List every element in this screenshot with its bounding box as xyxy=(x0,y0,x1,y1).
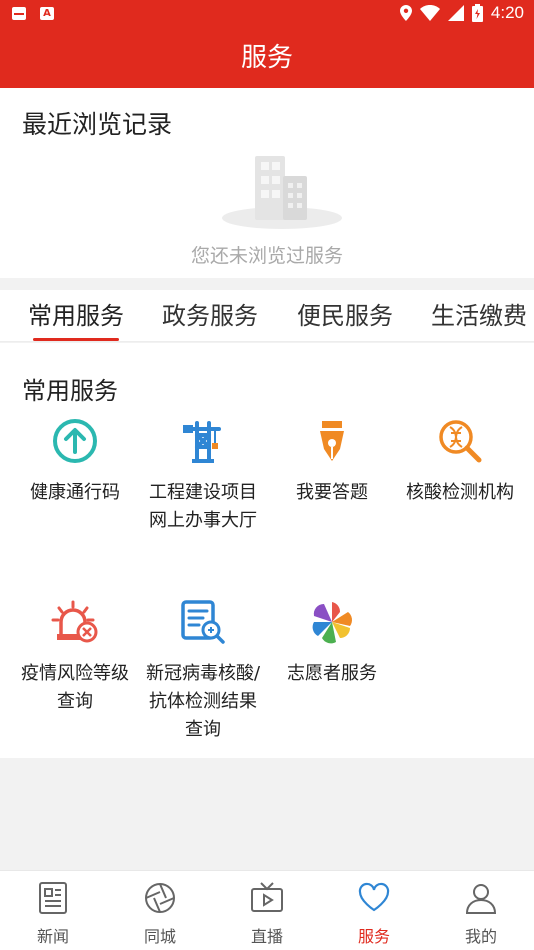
bottom-navigation: 新闻 同城 直播 服务 我的 xyxy=(0,870,534,950)
service-label: 工程建设项目网上办事大厅 xyxy=(149,482,257,531)
pen-nib-icon xyxy=(308,417,356,465)
tab-common-services[interactable]: 常用服务 xyxy=(28,296,124,331)
nav-label: 新闻 xyxy=(36,927,69,946)
service-risk-level-query[interactable]: 疫情风险等级查询 xyxy=(15,598,135,716)
heart-icon xyxy=(357,881,391,915)
nav-live[interactable]: 直播 xyxy=(227,881,307,947)
aperture-icon xyxy=(143,881,177,915)
document-search-icon xyxy=(179,598,227,646)
nav-local[interactable]: 同城 xyxy=(120,881,200,947)
service-label: 我要答题 xyxy=(296,482,368,503)
recent-heading: 最近浏览记录 xyxy=(22,110,173,139)
wifi-icon xyxy=(419,5,440,21)
dna-magnifier-icon xyxy=(436,417,484,465)
service-health-pass[interactable]: 健康通行码 xyxy=(15,417,135,507)
service-label: 新冠病毒核酸/抗体检测结果查询 xyxy=(145,663,261,740)
service-answer-quiz[interactable]: 我要答题 xyxy=(272,417,392,507)
nav-label: 服务 xyxy=(357,927,390,946)
location-icon xyxy=(399,5,412,21)
alarm-light-icon xyxy=(51,598,99,646)
service-test-result-query[interactable]: 新冠病毒核酸/抗体检测结果查询 xyxy=(143,598,263,744)
signal-icon xyxy=(447,5,464,21)
clock: 4:20 xyxy=(490,3,524,22)
service-label: 疫情风险等级查询 xyxy=(21,663,129,712)
nav-services[interactable]: 服务 xyxy=(334,881,414,947)
service-label: 志愿者服务 xyxy=(287,663,377,684)
pinwheel-logo-icon xyxy=(308,598,356,646)
empty-state-text: 您还未浏览过服务 xyxy=(190,245,343,267)
services-section: 常用服务 健康通行码 工程建设项目网上办事大厅 我要答题 核酸检测机构 疫情风险… xyxy=(0,343,534,758)
service-construction-hall[interactable]: 工程建设项目网上办事大厅 xyxy=(143,417,263,535)
active-tab-indicator xyxy=(33,338,119,341)
recent-section: 最近浏览记录 您还未浏览过服务 xyxy=(0,88,534,278)
nav-label: 我的 xyxy=(464,927,497,946)
service-label: 健康通行码 xyxy=(30,482,120,503)
app-notification-icon: A xyxy=(40,7,54,20)
empty-buildings-icon xyxy=(219,150,345,234)
service-volunteer[interactable]: 志愿者服务 xyxy=(272,598,392,688)
nav-news[interactable]: 新闻 xyxy=(13,881,93,947)
mail-notification-icon xyxy=(12,7,26,20)
newspaper-icon xyxy=(36,881,70,915)
arrow-up-circle-icon xyxy=(51,417,99,465)
services-heading: 常用服务 xyxy=(22,377,118,405)
tv-play-icon xyxy=(250,881,284,915)
user-icon xyxy=(464,881,498,915)
crane-icon xyxy=(179,417,227,465)
service-testing-institutions[interactable]: 核酸检测机构 xyxy=(400,417,520,507)
service-tabs: 常用服务 政务服务 便民服务 生活缴费 xyxy=(0,290,534,342)
service-label: 核酸检测机构 xyxy=(406,482,514,503)
tab-government-services[interactable]: 政务服务 xyxy=(162,296,258,331)
nav-me[interactable]: 我的 xyxy=(441,881,521,947)
page-title: 服务 xyxy=(0,28,534,88)
nav-label: 同城 xyxy=(143,927,176,946)
nav-label: 直播 xyxy=(250,927,283,946)
status-bar: A 4:20 xyxy=(0,0,534,28)
battery-icon xyxy=(471,4,483,22)
tab-convenience-services[interactable]: 便民服务 xyxy=(297,296,393,331)
tab-utility-payment[interactable]: 生活缴费 xyxy=(431,296,527,331)
